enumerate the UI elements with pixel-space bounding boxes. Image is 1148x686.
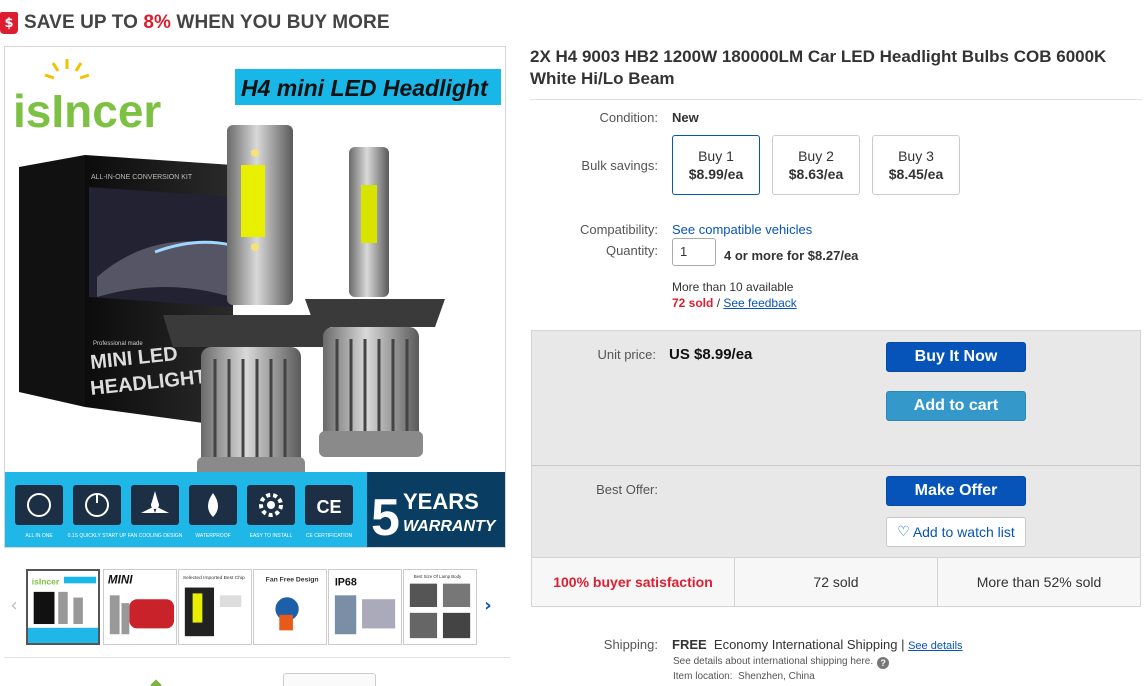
warranty-number: 5 [371, 489, 400, 547]
svg-text:FAN COOLING DESIGN: FAN COOLING DESIGN [128, 533, 183, 539]
item-location: Item location: Shenzhen, China [673, 671, 815, 682]
buyer-satisfaction: 100% buyer satisfaction [532, 558, 735, 606]
compatibility-label: Compatibility: [579, 222, 658, 237]
thumbnail[interactable]: Best Size Of Lamp Body [403, 569, 477, 645]
add-to-watch-list-button[interactable]: ♡ Add to watch list [886, 517, 1026, 547]
bulb-right [305, 147, 445, 457]
main-product-image[interactable]: isIncer H4 mini LED Headlight ALL-IN-ONE… [4, 46, 506, 548]
partial-icon [150, 679, 162, 686]
thumbnail[interactable]: Selected Imported Best Chip [178, 569, 252, 645]
warranty-label: WARRANTY [403, 518, 497, 535]
bulk-option-buy-1[interactable]: Buy 1 $8.99/ea [672, 135, 760, 195]
promo-banner: $ SAVE UP TO 8% WHEN YOU BUY MORE [0, 6, 390, 40]
sold-count: 72 sold [672, 296, 714, 310]
svg-text:WATERPROOF: WATERPROOF [195, 533, 230, 539]
quantity-input[interactable]: 1 [672, 238, 716, 266]
bulk-option-buy-2[interactable]: Buy 2 $8.63/ea [772, 135, 860, 195]
add-to-cart-button[interactable]: Add to cart [886, 391, 1026, 421]
see-feedback-link[interactable]: See feedback [723, 296, 796, 310]
shipping-label: Shipping: [603, 637, 658, 652]
sold-percent-stat: More than 52% sold [976, 574, 1102, 590]
bulk-option-buy-3[interactable]: Buy 3 $8.45/ea [872, 135, 960, 195]
quantity-deal: 4 or more for $8.27/ea [724, 248, 859, 263]
thumbnail[interactable]: MINI [103, 569, 177, 645]
thumbnail[interactable]: Fan Free Design [253, 569, 327, 645]
svg-text:0.1S QUICKLY START UP: 0.1S QUICKLY START UP [68, 533, 127, 539]
thumbnail[interactable]: IP68 [328, 569, 402, 645]
svg-text:Selected Imported Best Chip: Selected Imported Best Chip [183, 575, 245, 581]
svg-text:CE CERTIFICATION: CE CERTIFICATION [306, 533, 353, 539]
stats-bar: 100% buyer satisfaction 72 sold More tha… [532, 557, 1140, 606]
bulk-savings-label: Bulk savings: [581, 158, 658, 173]
quantity-label: Quantity: [605, 243, 658, 258]
svg-text:ALL-IN-ONE CONVERSION KIT: ALL-IN-ONE CONVERSION KIT [91, 174, 193, 181]
shipping-details-link[interactable]: See details [908, 640, 962, 652]
warranty-years: YEARS [403, 489, 479, 514]
shipping-line: FREE Economy International Shipping | Se… [672, 637, 963, 652]
availability: More than 10 available [672, 280, 794, 294]
buy-it-now-button[interactable]: Buy It Now [886, 342, 1026, 372]
svg-text:Best Size Of Lamp Body: Best Size Of Lamp Body [414, 574, 462, 579]
svg-text:isIncer: isIncer [32, 576, 60, 586]
sold-stat: 72 sold [735, 558, 938, 606]
svg-text:CE: CE [316, 497, 341, 517]
unit-price-label: Unit price: [597, 347, 656, 362]
best-offer-label: Best Offer: [596, 482, 658, 497]
chevron-right-icon[interactable]: › [480, 593, 496, 617]
divider [532, 465, 1140, 466]
svg-text:Professional made: Professional made [93, 341, 143, 347]
svg-text:isIncer: isIncer [13, 85, 161, 137]
compatible-vehicles-link[interactable]: See compatible vehicles [672, 222, 812, 237]
divider [4, 657, 510, 658]
svg-text:ALL IN ONE: ALL IN ONE [25, 533, 53, 539]
thumbnail-strip: ‹ isIncer MINI Selected Imported Best Ch… [4, 567, 506, 647]
help-icon[interactable]: ? [877, 657, 890, 669]
svg-text:EASY TO INSTALL: EASY TO INSTALL [250, 533, 293, 539]
make-offer-button[interactable]: Make Offer [886, 476, 1026, 506]
divider [530, 99, 1142, 100]
heart-icon: ♡ [897, 524, 910, 540]
svg-text:IP68: IP68 [335, 577, 357, 589]
brand-logo: isIncer [13, 59, 161, 137]
product-title: 2X H4 9003 HB2 1200W 180000LM Car LED He… [530, 47, 1107, 88]
promo-text: SAVE UP TO 8% WHEN YOU BUY MORE [24, 12, 390, 33]
product-photo: isIncer H4 mini LED Headlight ALL-IN-ONE… [5, 59, 505, 547]
condition-label: Condition: [599, 110, 658, 125]
thumbnail[interactable]: isIncer [26, 569, 100, 645]
svg-text:MINI: MINI [108, 574, 133, 587]
price-tag-icon: $ [0, 12, 18, 34]
svg-text:Fan Free Design: Fan Free Design [266, 577, 319, 584]
shipping-note: See details about international shipping… [673, 656, 890, 669]
condition-value: New [672, 110, 699, 125]
product-box: ALL-IN-ONE CONVERSION KIT Professional m… [19, 155, 233, 427]
banner-title: H4 mini LED Headlight [241, 75, 489, 101]
sold-line: 72 sold / See feedback [672, 296, 797, 310]
chevron-left-icon[interactable]: ‹ [6, 593, 22, 617]
buy-box: Unit price: US $8.99/ea Buy It Now Add t… [531, 330, 1141, 607]
unit-price: US $8.99/ea [669, 346, 753, 363]
partial-button[interactable] [283, 673, 376, 686]
